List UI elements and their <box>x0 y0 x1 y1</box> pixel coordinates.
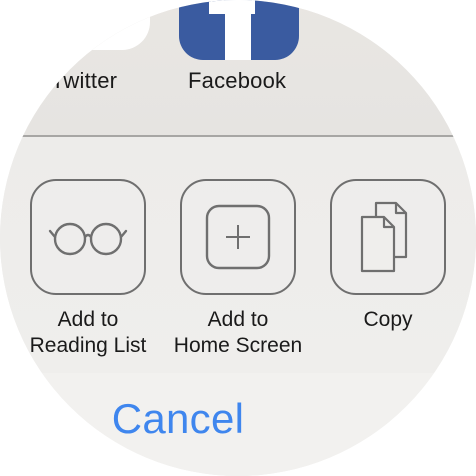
facebook-icon[interactable] <box>179 0 299 60</box>
glasses-icon <box>48 222 128 256</box>
copy-label: Copy <box>363 308 413 331</box>
screenshot-stage: Twitter Facebook Add to Reading List Add… <box>0 0 476 476</box>
add-to-home-screen-button[interactable] <box>180 179 296 295</box>
plus-square-icon <box>205 204 271 270</box>
share-item-facebook-label[interactable]: Facebook <box>188 68 286 94</box>
copy-documents-icon <box>360 201 408 273</box>
cancel-area: Cancel <box>0 373 476 476</box>
share-services-row: Twitter Facebook <box>0 0 476 136</box>
cancel-button[interactable]: Cancel <box>0 395 356 443</box>
share-sheet: Twitter Facebook Add to Reading List Add… <box>0 0 476 476</box>
sheet-notch <box>0 0 150 50</box>
add-to-reading-list-button[interactable] <box>30 179 146 295</box>
share-item-twitter-label[interactable]: Twitter <box>51 68 117 94</box>
share-actions-row: Add to Reading List Add to Home Screen C… <box>0 137 476 373</box>
copy-button[interactable] <box>330 179 446 295</box>
